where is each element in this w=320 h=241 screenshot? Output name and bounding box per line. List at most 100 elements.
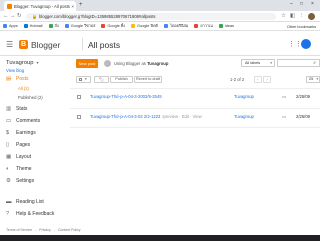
new-post-button[interactable]: New post — [76, 59, 98, 68]
avatar[interactable] — [301, 39, 311, 49]
bookmark-favicon-icon — [64, 24, 69, 28]
sidebar-item-label: Comments — [16, 118, 41, 124]
bookmark-favicon-icon — [101, 24, 106, 28]
bookmark-item[interactable]: ยาวาเน — [194, 23, 213, 29]
sidebar-item-comments[interactable]: ▭ Comments — [0, 116, 68, 126]
bookmark-item[interactable]: Apps — [3, 24, 18, 28]
footer: Terms of Service - Privacy - Content Pol… — [0, 226, 320, 234]
sidebar-item-settings[interactable]: ⚙ Settings — [0, 176, 68, 186]
header-divider — [82, 38, 83, 50]
sidebar-sub-all[interactable]: All (2) — [18, 86, 29, 91]
sidebar: Tuvagroup ▾ View blog ▤ Posts All (2) Pub… — [0, 56, 68, 234]
bookmark-item[interactable]: Google ทิ้ง — [101, 23, 125, 29]
blogger-logo-icon[interactable]: B — [19, 40, 28, 49]
layout-icon: ▦ — [6, 154, 12, 160]
bookmark-label: Hotmail — [29, 24, 43, 28]
sidebar-item-label: Reading List — [16, 199, 44, 205]
maximize-button[interactable]: □ — [300, 1, 303, 7]
using-as-prefix: Using Blogger as — [114, 61, 146, 66]
post-author[interactable]: Tuvagroup — [234, 94, 254, 99]
comment-count-icon: ▭ — [282, 93, 287, 99]
select-all-checkbox[interactable]: ▾ — [76, 76, 91, 83]
bookmark-label: Google วีซาอส — [70, 24, 96, 28]
sidebar-item-reading-list[interactable]: ▬ Reading List — [0, 197, 68, 207]
forward-arrow-icon[interactable]: → — [10, 13, 16, 19]
app-name[interactable]: Blogger — [31, 40, 60, 50]
bookmark-favicon-icon — [218, 24, 223, 28]
revert-to-draft-button[interactable]: Revert to draft — [134, 76, 162, 83]
bookmark-label: สั่ง — [54, 24, 59, 28]
bookmarks-bar: Apps Hotmail สั่ง Google วีซาอส Google ท… — [0, 22, 320, 31]
label-button[interactable]: 🏷 — [94, 76, 109, 83]
other-bookmarks[interactable]: Other bookmarks — [287, 25, 316, 29]
next-page-button[interactable]: › — [263, 76, 271, 83]
extension-icon[interactable]: ◧ — [290, 13, 295, 19]
sidebar-item-posts[interactable]: ▤ Posts — [0, 74, 68, 84]
sidebar-item-pages[interactable]: ▯ Pages — [0, 140, 68, 150]
post-actions[interactable]: Ipreview · Edit · View — [162, 114, 201, 119]
apps-grid-icon[interactable]: ⋮⋮ — [288, 40, 302, 48]
bookmark-favicon-icon — [194, 24, 199, 28]
bookmark-item[interactable]: Google ฟิดดิ — [131, 23, 158, 29]
footer-link-content-policy[interactable]: Content Policy — [58, 228, 81, 232]
tab-title: Blogger: Tuvagroup - All posts — [14, 3, 70, 9]
comment-icon: ▭ — [6, 118, 12, 124]
sidebar-item-stats[interactable]: ▥ Stats — [0, 104, 68, 114]
footer-link-terms[interactable]: Terms of Service — [6, 228, 32, 232]
minimize-button[interactable]: – — [290, 1, 293, 7]
view-blog-link[interactable]: View blog — [6, 68, 24, 73]
label-filter-value: All labels — [245, 61, 261, 65]
checkbox-icon — [79, 78, 82, 81]
page-title: All posts — [88, 39, 121, 50]
bookmark-item[interactable]: ไดอยรีนีสม — [164, 23, 188, 29]
menu-dots-icon[interactable]: ⋮ — [299, 13, 305, 19]
browser-tab[interactable]: Blogger: Tuvagroup - All posts × — [4, 1, 76, 11]
post-title-link[interactable]: Tuvagroup-Thứ-p-A-04-3-2002/5-2549 — [90, 94, 162, 99]
per-page-select[interactable]: 25 ▾ — [306, 76, 320, 83]
blog-selector[interactable]: Tuvagroup ▾ — [6, 60, 39, 66]
post-date: 2/25/09 — [296, 114, 310, 119]
bookmark-item[interactable]: ideas — [218, 24, 234, 28]
table-row[interactable]: Tuvagroup-Thứ-p-A-04-3-2002/5-2549 Tuvag… — [70, 88, 320, 108]
tab-strip: Blogger: Tuvagroup - All posts × + – □ × — [0, 0, 320, 11]
os-taskbar — [0, 235, 320, 241]
star-icon[interactable]: ☆ — [281, 13, 286, 19]
pagination-text: 1-2 of 2 — [230, 77, 245, 82]
reload-icon[interactable]: ↻ — [17, 13, 22, 19]
sidebar-item-earnings[interactable]: $ Earnings — [0, 128, 68, 138]
search-icon[interactable]: ⌕ — [313, 60, 316, 66]
close-window-button[interactable]: × — [311, 1, 314, 7]
sidebar-item-label: Theme — [16, 166, 32, 172]
address-bar[interactable]: 🔒 blogger.com/blogger.g?blogID=135985528… — [26, 13, 276, 20]
back-arrow-icon[interactable]: ← — [3, 13, 9, 19]
bookmark-label: ideas — [224, 24, 234, 28]
post-date: 2/25/09 — [296, 94, 310, 99]
post-title-link[interactable]: Tuvagroup-Thứ-p-A-04-3-02 2/2-1223 — [90, 114, 160, 119]
row-checkbox[interactable] — [77, 95, 81, 99]
sidebar-item-help[interactable]: ? Help & Feedback — [0, 209, 68, 219]
sidebar-item-layout[interactable]: ▦ Layout — [0, 152, 68, 162]
chevron-down-icon: ▾ — [85, 76, 87, 81]
label-filter-select[interactable]: All labels ▾ — [241, 59, 275, 67]
search-input[interactable]: ⌕ — [277, 59, 320, 67]
table-row[interactable]: Tuvagroup-Thứ-p-A-04-3-02 2/2-1223 Iprevi… — [70, 108, 320, 128]
row-checkbox[interactable] — [77, 115, 81, 119]
url-text: blogger.com/blogger.g?blogID=13598552897… — [38, 14, 156, 19]
sidebar-item-label: Earnings — [16, 130, 36, 136]
profile-avatar[interactable] — [308, 13, 315, 20]
footer-link-privacy[interactable]: Privacy — [39, 228, 50, 232]
gear-icon: ⚙ — [6, 178, 11, 184]
bookmark-item[interactable]: Google วีซาอส — [64, 23, 96, 29]
post-author[interactable]: Tuvagroup — [234, 114, 254, 119]
sidebar-sub-published[interactable]: Published (2) — [18, 95, 43, 100]
hamburger-menu-icon[interactable]: ☰ — [6, 40, 13, 49]
tab-close-icon[interactable]: × — [71, 4, 74, 9]
page-icon: ▯ — [6, 142, 10, 148]
publish-button[interactable]: Publish — [110, 76, 133, 83]
new-tab-button[interactable]: + — [79, 2, 83, 8]
prev-page-button[interactable]: ‹ — [254, 76, 262, 83]
bookmark-item[interactable]: Hotmail — [23, 24, 43, 28]
bookmark-item[interactable]: สั่ง — [48, 23, 59, 29]
bookmark-favicon-icon — [164, 24, 169, 28]
sidebar-item-theme[interactable]: ◐ Theme — [0, 164, 68, 174]
